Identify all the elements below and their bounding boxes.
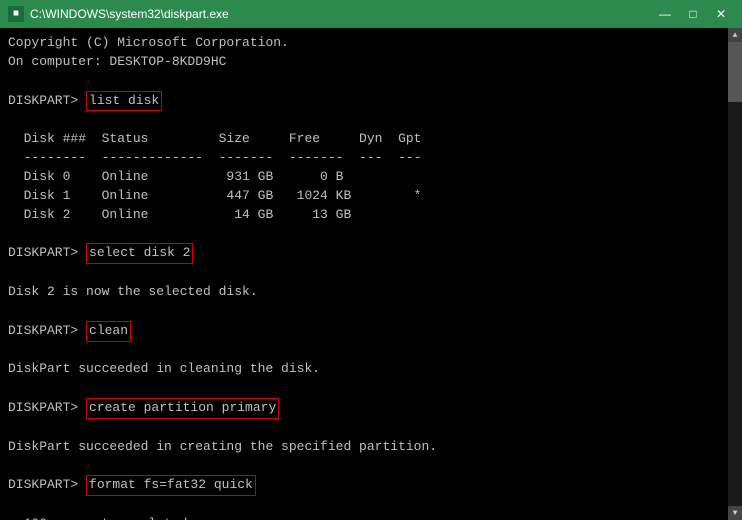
line-cmd2: DISKPART> select disk 2 — [8, 243, 720, 264]
line-blank-4 — [8, 264, 720, 283]
line-blank-9 — [8, 457, 720, 476]
line-select-result: Disk 2 is now the selected disk. — [8, 283, 720, 302]
line-cmd4: DISKPART> create partition primary — [8, 398, 720, 419]
line-blank-3 — [8, 224, 720, 243]
line-blank-6 — [8, 342, 720, 361]
line-blank-10 — [8, 496, 720, 515]
line-copyright: Copyright (C) Microsoft Corporation. — [8, 34, 720, 53]
cmd-create-partition: create partition primary — [86, 398, 279, 419]
table-disk2: Disk 2 Online 14 GB 13 GB — [8, 206, 720, 225]
maximize-button[interactable]: □ — [680, 4, 706, 24]
scroll-track[interactable] — [728, 42, 742, 506]
line-create-result: DiskPart succeeded in creating the speci… — [8, 438, 720, 457]
line-blank-1 — [8, 72, 720, 91]
table-sep: -------- ------------- ------- ------- -… — [8, 149, 720, 168]
title-bar-left: ■ C:\WINDOWS\system32\diskpart.exe — [8, 6, 229, 22]
minimize-button[interactable]: — — [652, 4, 678, 24]
window-controls: — □ ✕ — [652, 4, 734, 24]
title-bar: ■ C:\WINDOWS\system32\diskpart.exe — □ ✕ — [0, 0, 742, 28]
scroll-up-arrow[interactable]: ▲ — [728, 28, 742, 42]
terminal[interactable]: Copyright (C) Microsoft Corporation. On … — [0, 28, 728, 520]
prompt-5: DISKPART> — [8, 477, 86, 492]
window: ■ C:\WINDOWS\system32\diskpart.exe — □ ✕… — [0, 0, 742, 520]
prompt-3: DISKPART> — [8, 323, 86, 338]
line-clean-result: DiskPart succeeded in cleaning the disk. — [8, 360, 720, 379]
table-disk0: Disk 0 Online 931 GB 0 B — [8, 168, 720, 187]
close-button[interactable]: ✕ — [708, 4, 734, 24]
scroll-thumb[interactable] — [728, 42, 742, 102]
line-cmd1: DISKPART> list disk — [8, 91, 720, 112]
table-header: Disk ### Status Size Free Dyn Gpt — [8, 130, 720, 149]
line-format-progress: 100 percent completed — [8, 515, 720, 520]
content-wrapper: Copyright (C) Microsoft Corporation. On … — [0, 28, 742, 520]
cmd-format: format fs=fat32 quick — [86, 475, 256, 496]
line-blank-8 — [8, 419, 720, 438]
line-cmd3: DISKPART> clean — [8, 321, 720, 342]
prompt-2: DISKPART> — [8, 245, 86, 260]
scroll-down-arrow[interactable]: ▼ — [728, 506, 742, 520]
prompt-1: DISKPART> — [8, 93, 86, 108]
table-disk1: Disk 1 Online 447 GB 1024 KB * — [8, 187, 720, 206]
cmd-clean: clean — [86, 321, 131, 342]
prompt-4: DISKPART> — [8, 400, 86, 415]
cmd-list-disk: list disk — [86, 91, 162, 112]
app-icon: ■ — [8, 6, 24, 22]
line-blank-7 — [8, 379, 720, 398]
line-cmd5: DISKPART> format fs=fat32 quick — [8, 475, 720, 496]
cmd-select-disk: select disk 2 — [86, 243, 193, 264]
scrollbar[interactable]: ▲ ▼ — [728, 28, 742, 520]
line-blank-5 — [8, 302, 720, 321]
line-computer: On computer: DESKTOP-8KDD9HC — [8, 53, 720, 72]
window-title: C:\WINDOWS\system32\diskpart.exe — [30, 7, 229, 21]
line-blank-2 — [8, 111, 720, 130]
